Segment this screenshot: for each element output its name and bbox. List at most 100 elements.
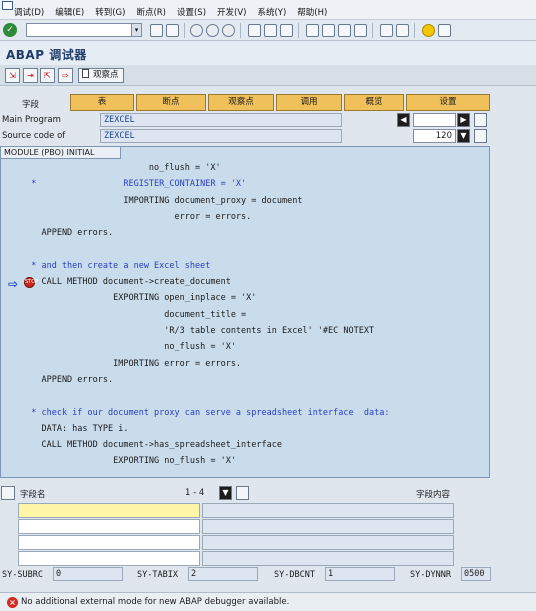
variable-name-input[interactable] — [18, 519, 200, 534]
layout-menu-icon[interactable] — [438, 24, 451, 37]
line-dropdown-icon[interactable]: ▼ — [457, 129, 470, 143]
menu-breakpoints[interactable]: 断点(R) — [136, 6, 166, 18]
watchpoint-label: 观察点 — [93, 70, 119, 80]
sy-dbcnt-label: SY-DBCNT — [274, 570, 315, 580]
code-line: 'R/3 table contents in Excel' '#EC NOTEX… — [21, 326, 375, 336]
code-panel-header: MODULE (PBO) INITIAL — [1, 147, 121, 159]
find-next-icon[interactable] — [280, 24, 293, 37]
field-name-header: 字段名 — [20, 490, 46, 500]
sy-dynnr-label: SY-DYNNR — [410, 570, 451, 580]
save-icon[interactable] — [166, 24, 179, 37]
position-field[interactable] — [413, 113, 456, 127]
previous-page-icon[interactable] — [322, 24, 335, 37]
command-dropdown-icon[interactable]: ▾ — [131, 24, 141, 36]
tab-field-label: 字段 — [22, 100, 40, 110]
menu-edit[interactable]: 编辑(E) — [55, 6, 84, 18]
continue-icon[interactable]: ⇨ — [58, 68, 73, 83]
code-line: no_flush = 'X' — [21, 342, 236, 353]
exit-icon[interactable] — [206, 24, 219, 37]
tab-table[interactable]: 表 — [70, 94, 134, 111]
scroll-right-icon[interactable]: ▶ — [457, 113, 470, 127]
error-icon: × — [7, 597, 18, 608]
sy-subrc-label: SY-SUBRC — [2, 570, 43, 580]
line-number-field[interactable]: 120 — [413, 129, 456, 143]
code-line: no_flush = 'X' — [21, 163, 221, 173]
find-icon[interactable] — [264, 24, 277, 37]
breakpoint-stop-icon[interactable]: STOP — [24, 277, 38, 288]
last-page-icon[interactable] — [354, 24, 367, 37]
new-session-icon[interactable] — [380, 24, 393, 37]
title-bar: ABAP 调试器 — [0, 41, 536, 65]
delete-icon[interactable] — [1, 486, 15, 500]
menu-system[interactable]: 系统(Y) — [257, 6, 286, 18]
row-range: 1 - 4 — [185, 488, 205, 498]
command-field[interactable]: ▾ — [26, 23, 142, 37]
program-display-icon[interactable] — [474, 113, 487, 127]
menu-development[interactable]: 开发(V) — [217, 6, 246, 18]
first-page-icon[interactable] — [306, 24, 319, 37]
menu-settings[interactable]: 设置(S) — [177, 6, 206, 18]
code-line: APPEND errors. — [21, 228, 114, 239]
enter-check-icon[interactable]: ✓ — [3, 23, 17, 37]
standard-toolbar: ✓ ▾ — [0, 20, 536, 41]
code-line: EXPORTING open_inplace = 'X' — [21, 293, 257, 304]
help-icon[interactable] — [422, 24, 435, 37]
menu-debug[interactable]: 调试(D) — [14, 6, 44, 18]
next-page-icon[interactable] — [338, 24, 351, 37]
code-line: * REGISTER_CONTAINER = 'X' — [21, 179, 247, 190]
scroll-left-icon[interactable]: ◀ — [397, 113, 410, 127]
source-code-label: Source code of — [2, 131, 66, 141]
source-display-icon[interactable] — [474, 129, 487, 143]
variable-name-input[interactable] — [18, 551, 200, 566]
code-line: * and then create a new Excel sheet — [21, 260, 211, 271]
toolbar-separator — [240, 23, 241, 38]
source-code-field: ZEXCEL — [100, 129, 342, 143]
variable-value-field — [202, 519, 454, 534]
variable-name-input[interactable] — [18, 535, 200, 550]
menu-goto[interactable]: 转到(G) — [95, 6, 125, 18]
back-nav-icon[interactable] — [190, 24, 203, 37]
variable-table-header: 字段名 1 - 4 ▼ 字段内容 — [0, 486, 490, 501]
range-navigate-icon[interactable] — [236, 486, 249, 500]
sy-dynnr-value: 0500 — [461, 567, 491, 581]
sy-tabix-value: 2 — [188, 567, 258, 581]
code-line: IMPORTING error = errors. — [21, 358, 242, 369]
tab-overview[interactable]: 概览 — [344, 94, 404, 111]
cancel-icon[interactable] — [222, 24, 235, 37]
menu-help[interactable]: 帮助(H) — [297, 6, 327, 18]
menu-list: 调试(D) 编辑(E) 转到(G) 断点(R) 设置(S) 开发(V) 系统(Y… — [14, 6, 338, 18]
page-title: ABAP 调试器 — [6, 48, 87, 62]
code-line: CALL METHOD document->create_document — [21, 277, 231, 288]
toolbar-separator — [298, 23, 299, 38]
variable-value-field — [202, 503, 454, 518]
toolbar-separator — [184, 23, 185, 38]
range-dropdown-icon[interactable]: ▼ — [219, 486, 232, 500]
tab-watchpoints[interactable]: 观察点 — [208, 94, 274, 111]
code-line: IMPORTING document_proxy = document — [21, 195, 303, 206]
menu-bar: 调试(D) 编辑(E) 转到(G) 断点(R) 设置(S) 开发(V) 系统(Y… — [0, 0, 536, 20]
shortcut-icon[interactable] — [396, 24, 409, 37]
back-icon[interactable] — [150, 24, 163, 37]
tab-settings[interactable]: 设置 — [406, 94, 490, 111]
document-icon — [82, 69, 89, 78]
variable-value-field — [202, 535, 454, 550]
tab-calls[interactable]: 调用 — [276, 94, 342, 111]
print-icon[interactable] — [248, 24, 261, 37]
sy-tabix-label: SY-TABIX — [137, 570, 178, 580]
tab-breakpoints[interactable]: 断点 — [136, 94, 206, 111]
code-line: document_title = — [21, 309, 247, 320]
variable-value-field — [202, 551, 454, 566]
toolbar-separator — [372, 23, 373, 38]
single-step-icon[interactable]: ⇲ — [5, 68, 20, 83]
source-code-panel: MODULE (PBO) INITIAL no_flush = 'X' * RE… — [0, 146, 490, 478]
watchpoint-button[interactable]: 观察点 — [78, 68, 124, 83]
status-bar: × No additional external mode for new AB… — [0, 592, 536, 611]
sy-subrc-value: 0 — [53, 567, 123, 581]
code-line: DATA: has TYPE i. — [21, 423, 129, 434]
return-icon[interactable]: ⇱ — [40, 68, 55, 83]
code-line: EXPORTING no_flush = 'X' — [21, 456, 236, 467]
variable-name-input[interactable] — [18, 503, 200, 518]
sy-dbcnt-value: 1 — [325, 567, 395, 581]
system-window-icon[interactable] — [2, 1, 13, 10]
execute-icon[interactable]: ⇥ — [23, 68, 38, 83]
